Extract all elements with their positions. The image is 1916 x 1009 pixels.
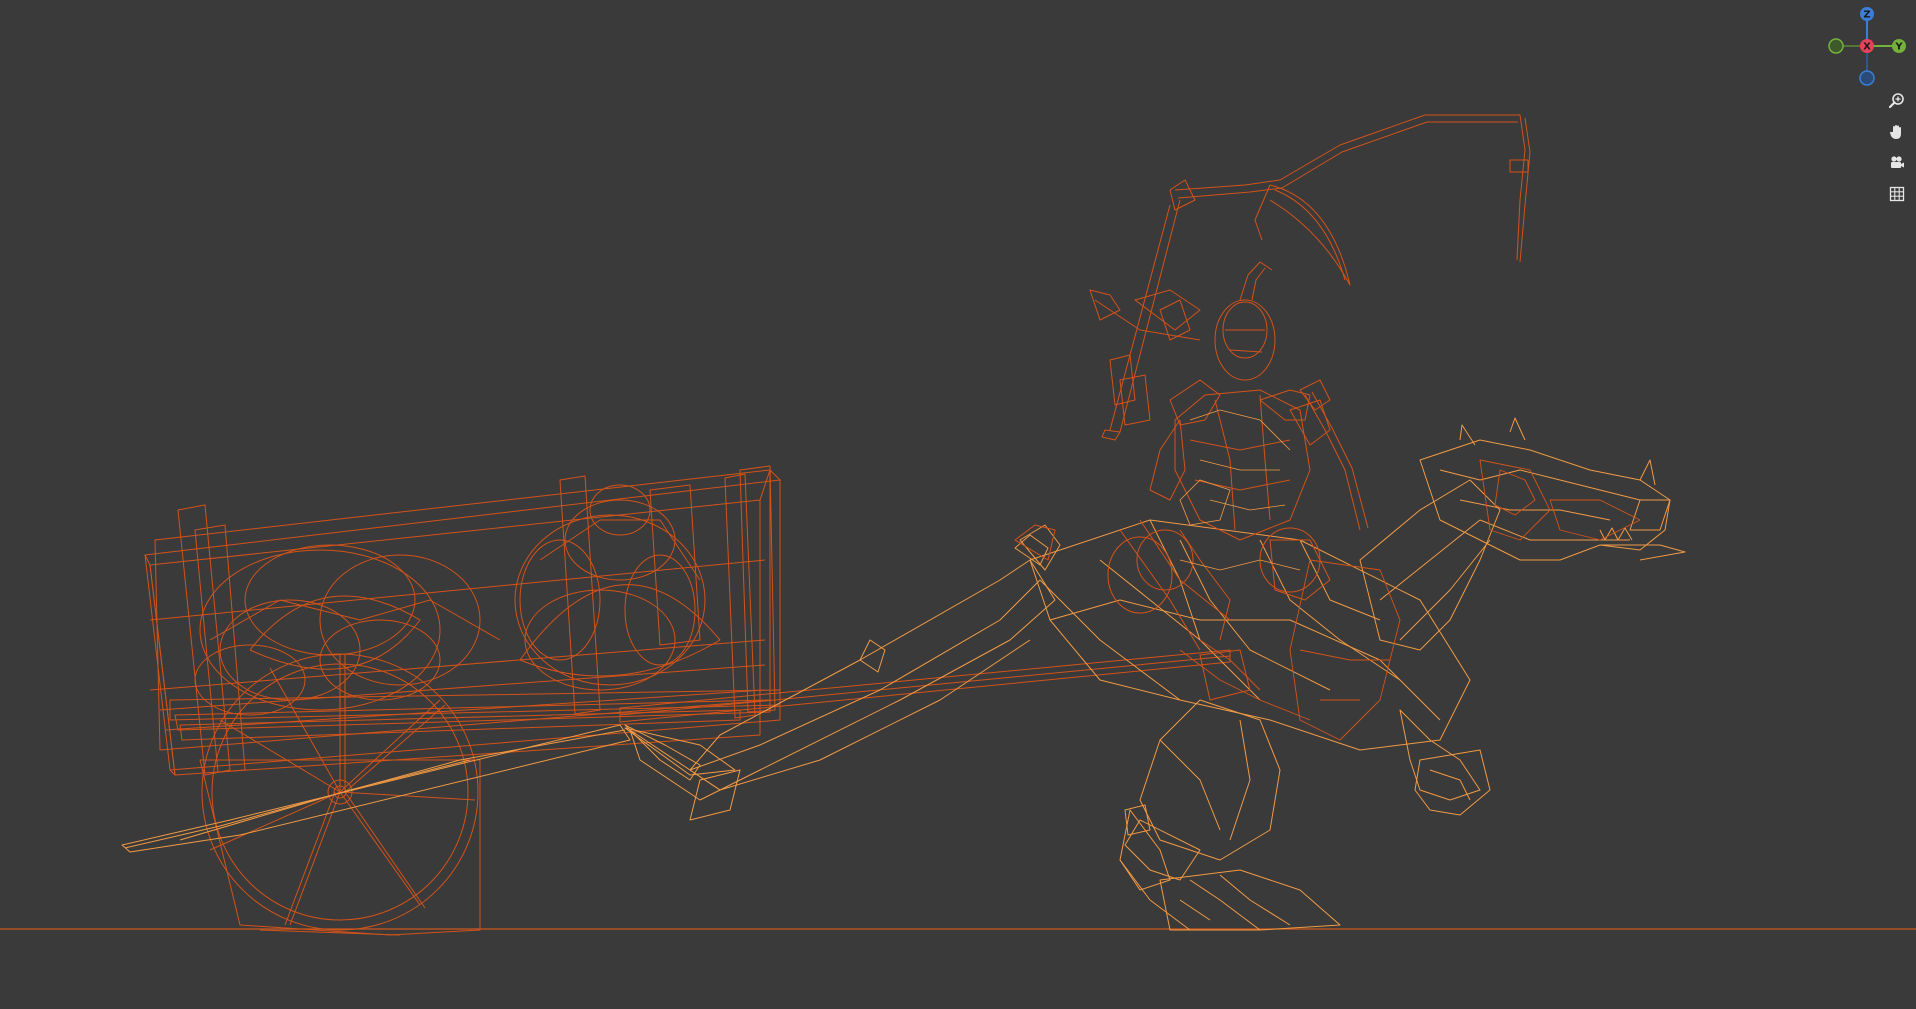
cart-shaft-wireframe [121, 724, 736, 853]
zoom-button[interactable] [1884, 88, 1910, 114]
camera-icon [1891, 156, 1904, 168]
dragon-wireframe [629, 417, 1686, 931]
gizmo-y-label: Y [1894, 42, 1903, 53]
cart-wireframe [144, 465, 1231, 936]
gizmo-neg-z-handle[interactable] [1859, 70, 1875, 86]
camera-view-button[interactable] [1884, 150, 1910, 176]
zoom-icon [1888, 93, 1904, 109]
rider-wireframe [1014, 114, 1531, 701]
toggle-ortho-grid-button[interactable] [1884, 181, 1910, 207]
gizmo-neg-y-handle[interactable] [1828, 38, 1844, 54]
wireframe-scene[interactable] [0, 0, 1916, 1009]
pan-button[interactable] [1884, 119, 1910, 145]
grid-icon [1889, 186, 1905, 202]
3d-viewport[interactable]: Z Y X [0, 0, 1916, 1009]
viewport-navigation-tools [1884, 88, 1910, 207]
gizmo-x-label: X [1863, 42, 1871, 53]
navigation-gizmo[interactable]: Z Y X [1826, 6, 1908, 88]
dragon-inner-wireframe [1179, 459, 1641, 741]
gizmo-z-label: Z [1863, 10, 1870, 21]
hand-pan-icon [1890, 125, 1901, 139]
